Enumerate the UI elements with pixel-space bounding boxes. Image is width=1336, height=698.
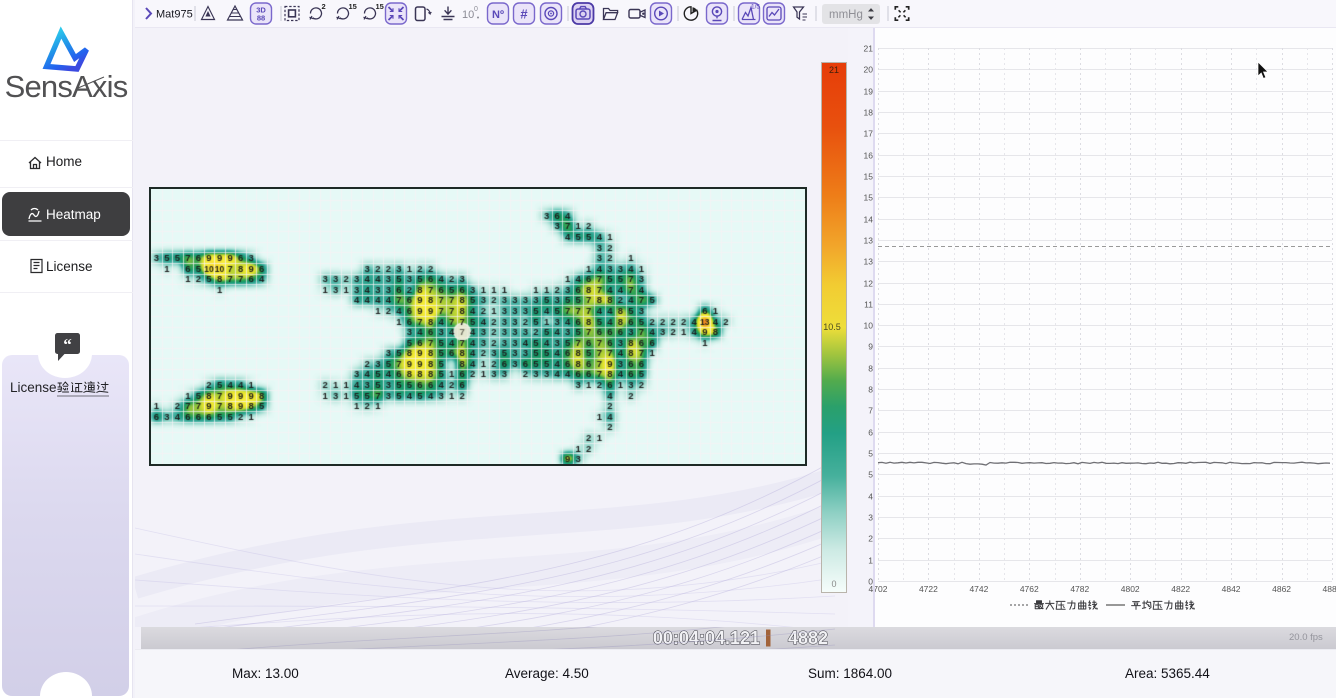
svg-text:11: 11 (864, 300, 873, 310)
svg-text:4822: 4822 (1171, 584, 1190, 594)
svg-text:mmHg: mmHg (829, 9, 863, 21)
svg-text:14: 14 (864, 215, 874, 225)
svg-text:12: 12 (864, 279, 874, 289)
svg-text:21: 21 (829, 65, 839, 75)
svg-text:10: 10 (462, 9, 474, 21)
svg-text:1/5: 1/5 (751, 4, 760, 11)
svg-text:4702: 4702 (869, 584, 888, 594)
svg-text:0: 0 (474, 6, 478, 13)
svg-text:21: 21 (864, 44, 874, 54)
svg-text:13: 13 (864, 257, 874, 267)
svg-text:15: 15 (376, 2, 384, 11)
svg-text:20: 20 (864, 65, 874, 75)
svg-text:15: 15 (349, 2, 357, 11)
svg-text:Mat975: Mat975 (156, 9, 193, 21)
svg-text:2: 2 (322, 2, 326, 11)
svg-text:4742: 4742 (969, 584, 988, 594)
svg-text:“: “ (63, 335, 72, 354)
svg-text:17: 17 (864, 129, 874, 139)
svg-text:13: 13 (864, 236, 874, 246)
svg-text:15: 15 (864, 193, 874, 203)
svg-text:4842: 4842 (1222, 584, 1241, 594)
svg-text:16: 16 (864, 151, 874, 161)
svg-text:19: 19 (864, 87, 874, 97)
svg-text:4802: 4802 (1121, 584, 1140, 594)
svg-text:10.5: 10.5 (823, 322, 841, 332)
svg-text:License: License (10, 380, 57, 395)
svg-text:15: 15 (864, 172, 874, 182)
svg-text:#: # (520, 7, 528, 22)
svg-text:4862: 4862 (1272, 584, 1291, 594)
svg-text:4782: 4782 (1070, 584, 1089, 594)
svg-text:0: 0 (831, 579, 836, 589)
svg-text:4722: 4722 (919, 584, 938, 594)
svg-text:Nº: Nº (492, 9, 504, 21)
svg-text:88: 88 (257, 13, 265, 22)
svg-text:10: 10 (864, 321, 874, 331)
svg-text:4882: 4882 (1323, 584, 1336, 594)
svg-text:4762: 4762 (1020, 584, 1039, 594)
svg-text:SensAxis: SensAxis (5, 69, 128, 104)
svg-text:18: 18 (864, 108, 874, 118)
